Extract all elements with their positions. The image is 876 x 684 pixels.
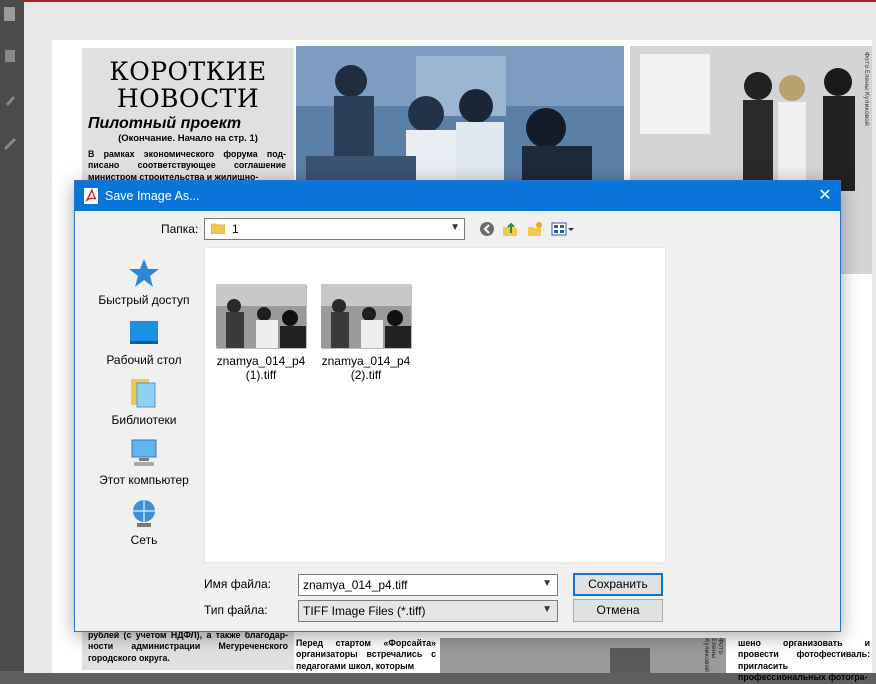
folder-icon	[211, 223, 225, 234]
desktop-icon	[127, 317, 161, 349]
article-bottom-text: рублей (с учетом НДФЛ), а также благодар…	[88, 629, 288, 663]
back-button[interactable]	[477, 219, 497, 239]
place-label: Этот компьютер	[99, 473, 189, 487]
place-label: Рабочий стол	[106, 353, 182, 367]
page-icon[interactable]	[2, 6, 18, 22]
bookmark-icon[interactable]	[2, 48, 18, 64]
headline-line-1: КОРОТКИЕ	[109, 57, 267, 86]
file-item[interactable]: znamya_014_p4 (1).tiff	[211, 284, 311, 382]
view-menu-button[interactable]	[550, 219, 576, 239]
place-label: Сеть	[130, 533, 158, 547]
network-icon	[127, 497, 161, 529]
place-this-pc[interactable]: Этот компьютер	[89, 437, 199, 487]
image-thumbnail	[216, 284, 306, 348]
folder-dropdown[interactable]: 1 ▼	[204, 218, 465, 240]
places-bar: Быстрый доступ Рабочий стол Библиотеки Э…	[89, 247, 199, 563]
dialog-titlebar[interactable]: Save Image As... ✕	[75, 181, 840, 211]
left-toolbar	[0, 0, 25, 671]
article-paragraph: В рамках экономического форума под-писан…	[88, 149, 286, 182]
filetype-value: TIFF Image Files (*.tiff)	[303, 604, 426, 618]
right-column-text: шено организовать и провести фотофестива…	[738, 638, 870, 683]
save-image-dialog: Save Image As... ✕ Папка: 1 ▼ Быстрый до…	[74, 180, 841, 632]
place-network[interactable]: Сеть	[89, 497, 199, 547]
filename-input[interactable]: znamya_014_p4.tiff ▼	[298, 574, 558, 596]
photo-credit: Фото Елены Куликовой	[863, 52, 870, 126]
students-photo	[296, 46, 624, 186]
place-desktop[interactable]: Рабочий стол	[89, 317, 199, 367]
save-button[interactable]: Сохранить	[573, 573, 663, 596]
file-name-line1: znamya_014_p4	[216, 354, 306, 368]
filetype-label: Тип файла:	[204, 603, 268, 617]
back-arrow-icon	[480, 222, 494, 236]
new-folder-icon	[528, 222, 542, 236]
chevron-down-icon[interactable]: ▼	[542, 578, 552, 589]
place-label: Быстрый доступ	[98, 293, 190, 307]
bottom-photo-credit: Фото Елены Куликовой	[703, 638, 724, 672]
file-name-line2: (1).tiff	[245, 368, 277, 382]
view-menu-icon	[551, 222, 574, 236]
attachment-icon[interactable]	[2, 92, 18, 108]
quick-access-icon	[127, 257, 161, 289]
file-name-line1: znamya_014_p4	[321, 354, 411, 368]
up-folder-button[interactable]	[500, 219, 520, 239]
chevron-down-icon: ▼	[542, 604, 552, 615]
headline-line-2: НОВОСТИ	[116, 84, 260, 113]
bottom-photo-image	[440, 638, 726, 673]
signature-icon[interactable]	[2, 136, 18, 152]
dialog-title: Save Image As...	[105, 189, 200, 203]
continuation-note: (Окончание. Начало на стр. 1)	[118, 133, 258, 144]
folder-value: 1	[232, 222, 239, 236]
file-name-line2: (2).tiff	[350, 368, 382, 382]
place-libraries[interactable]: Библиотеки	[89, 377, 199, 427]
new-folder-button[interactable]	[525, 219, 545, 239]
this-pc-icon	[127, 437, 161, 469]
close-icon[interactable]: ✕	[810, 181, 840, 211]
article-subhead: Пилотный проект	[88, 115, 242, 132]
middle-column-text: Перед стартом «Форсайта» организаторы вс…	[296, 638, 436, 671]
acrobat-icon	[84, 188, 98, 204]
up-folder-icon	[503, 222, 517, 236]
folder-label: Папка:	[161, 222, 199, 236]
file-item[interactable]: znamya_014_p4 (2).tiff	[316, 284, 416, 382]
bottom-photo: Фото Елены Куликовой	[440, 638, 726, 673]
file-list[interactable]: znamya_014_p4 (1).tiff znamya_014_p4 (2)…	[204, 247, 666, 563]
filetype-select[interactable]: TIFF Image Files (*.tiff) ▼	[298, 600, 558, 622]
image-thumbnail	[321, 284, 411, 348]
place-label: Библиотеки	[111, 413, 177, 427]
headline: КОРОТКИЕ НОВОСТИ	[82, 58, 294, 112]
cancel-button[interactable]: Отмена	[573, 599, 663, 622]
place-quick-access[interactable]: Быстрый доступ	[89, 257, 199, 307]
filename-value: znamya_014_p4.tiff	[303, 578, 408, 592]
libraries-icon	[127, 377, 161, 409]
chevron-down-icon: ▼	[450, 222, 460, 233]
students-photo-image	[296, 46, 624, 186]
filename-label: Имя файла:	[204, 577, 271, 591]
